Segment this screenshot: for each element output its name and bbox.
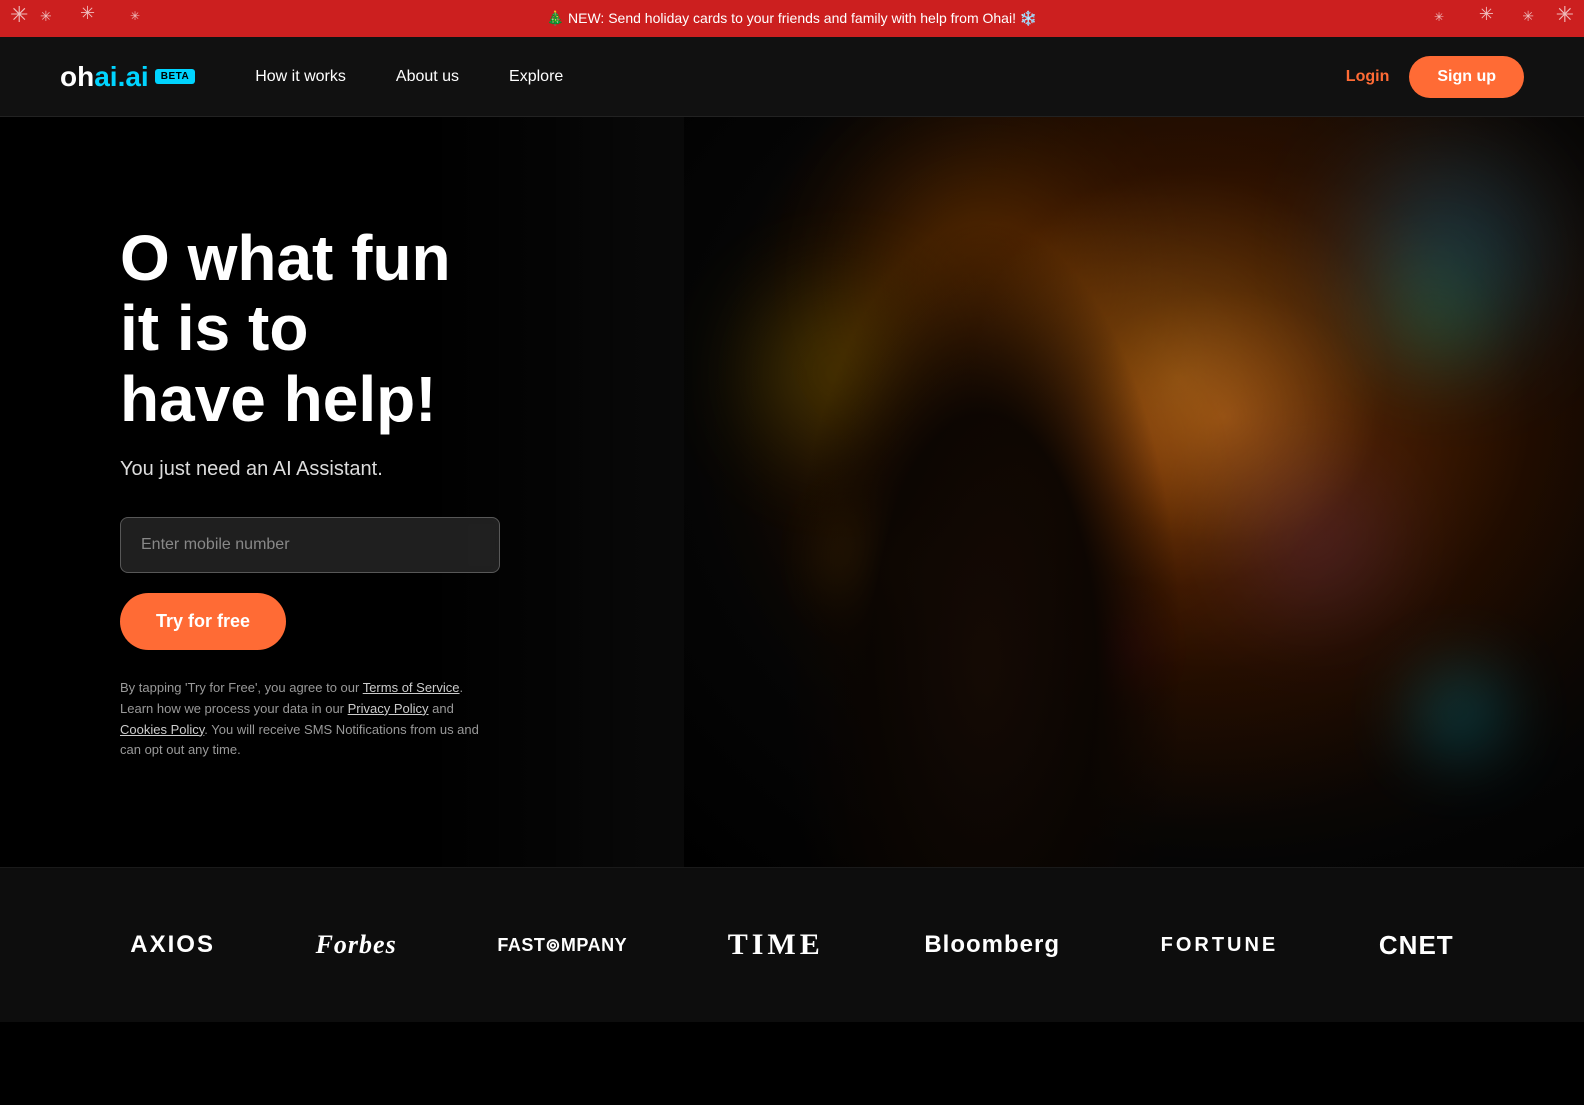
press-logo-bloomberg: Bloomberg xyxy=(924,931,1060,959)
press-logo-fortune: FORTUNE xyxy=(1161,934,1279,957)
nav-explore[interactable]: Explore xyxy=(509,68,563,86)
top-banner: ✳ ✳ ✳ ✳ ✳ ✳ ✳ ✳ 🎄 NEW: Send holiday card… xyxy=(0,0,1584,37)
star-icon: ✳ xyxy=(1479,4,1494,25)
star-icon: ✳ xyxy=(1522,8,1534,25)
terms-of-service-link[interactable]: Terms of Service xyxy=(363,680,460,695)
star-icon: ✳ xyxy=(40,8,52,25)
try-free-button[interactable]: Try for free xyxy=(120,593,286,650)
nav-links: How it works About us Explore xyxy=(255,68,1346,86)
privacy-policy-link[interactable]: Privacy Policy xyxy=(348,701,429,716)
hero-content: O what fun it is to have help! You just … xyxy=(0,143,600,841)
nav-how-it-works[interactable]: How it works xyxy=(255,68,346,86)
press-logo-fastcompany: FAST⊚MPANY xyxy=(497,935,627,956)
hero-background xyxy=(684,117,1584,867)
hero-title: O what fun it is to have help! xyxy=(120,223,480,434)
nav-right: Login Sign up xyxy=(1346,56,1524,98)
terms-text: By tapping 'Try for Free', you agree to … xyxy=(120,678,480,761)
login-button[interactable]: Login xyxy=(1346,68,1390,86)
beta-badge: BETA xyxy=(155,69,195,84)
signup-button[interactable]: Sign up xyxy=(1409,56,1524,98)
press-logo-axios: AXIOS xyxy=(130,931,215,959)
star-icon: ✳ xyxy=(80,3,95,24)
star-icon: ✳ xyxy=(1556,2,1574,28)
star-icon: ✳ xyxy=(130,9,140,23)
press-logo-forbes: Forbes xyxy=(316,930,397,960)
hero-subtitle: You just need an AI Assistant. xyxy=(120,458,480,481)
press-logo-cnet: CNET xyxy=(1379,930,1454,961)
nav-about-us[interactable]: About us xyxy=(396,68,459,86)
banner-text: 🎄 NEW: Send holiday cards to your friend… xyxy=(547,10,1038,26)
logo[interactable]: ohai.ai BETA xyxy=(60,61,195,93)
press-logo-time: TIME xyxy=(728,928,824,962)
press-section: AXIOS Forbes FAST⊚MPANY TIME Bloomberg F… xyxy=(0,867,1584,1022)
hero-section: O what fun it is to have help! You just … xyxy=(0,117,1584,867)
navbar: ohai.ai BETA How it works About us Explo… xyxy=(0,37,1584,117)
star-icon: ✳ xyxy=(1434,10,1444,24)
phone-input[interactable] xyxy=(120,517,500,573)
cookies-policy-link[interactable]: Cookies Policy xyxy=(120,722,204,737)
star-icon: ✳ xyxy=(10,2,28,28)
